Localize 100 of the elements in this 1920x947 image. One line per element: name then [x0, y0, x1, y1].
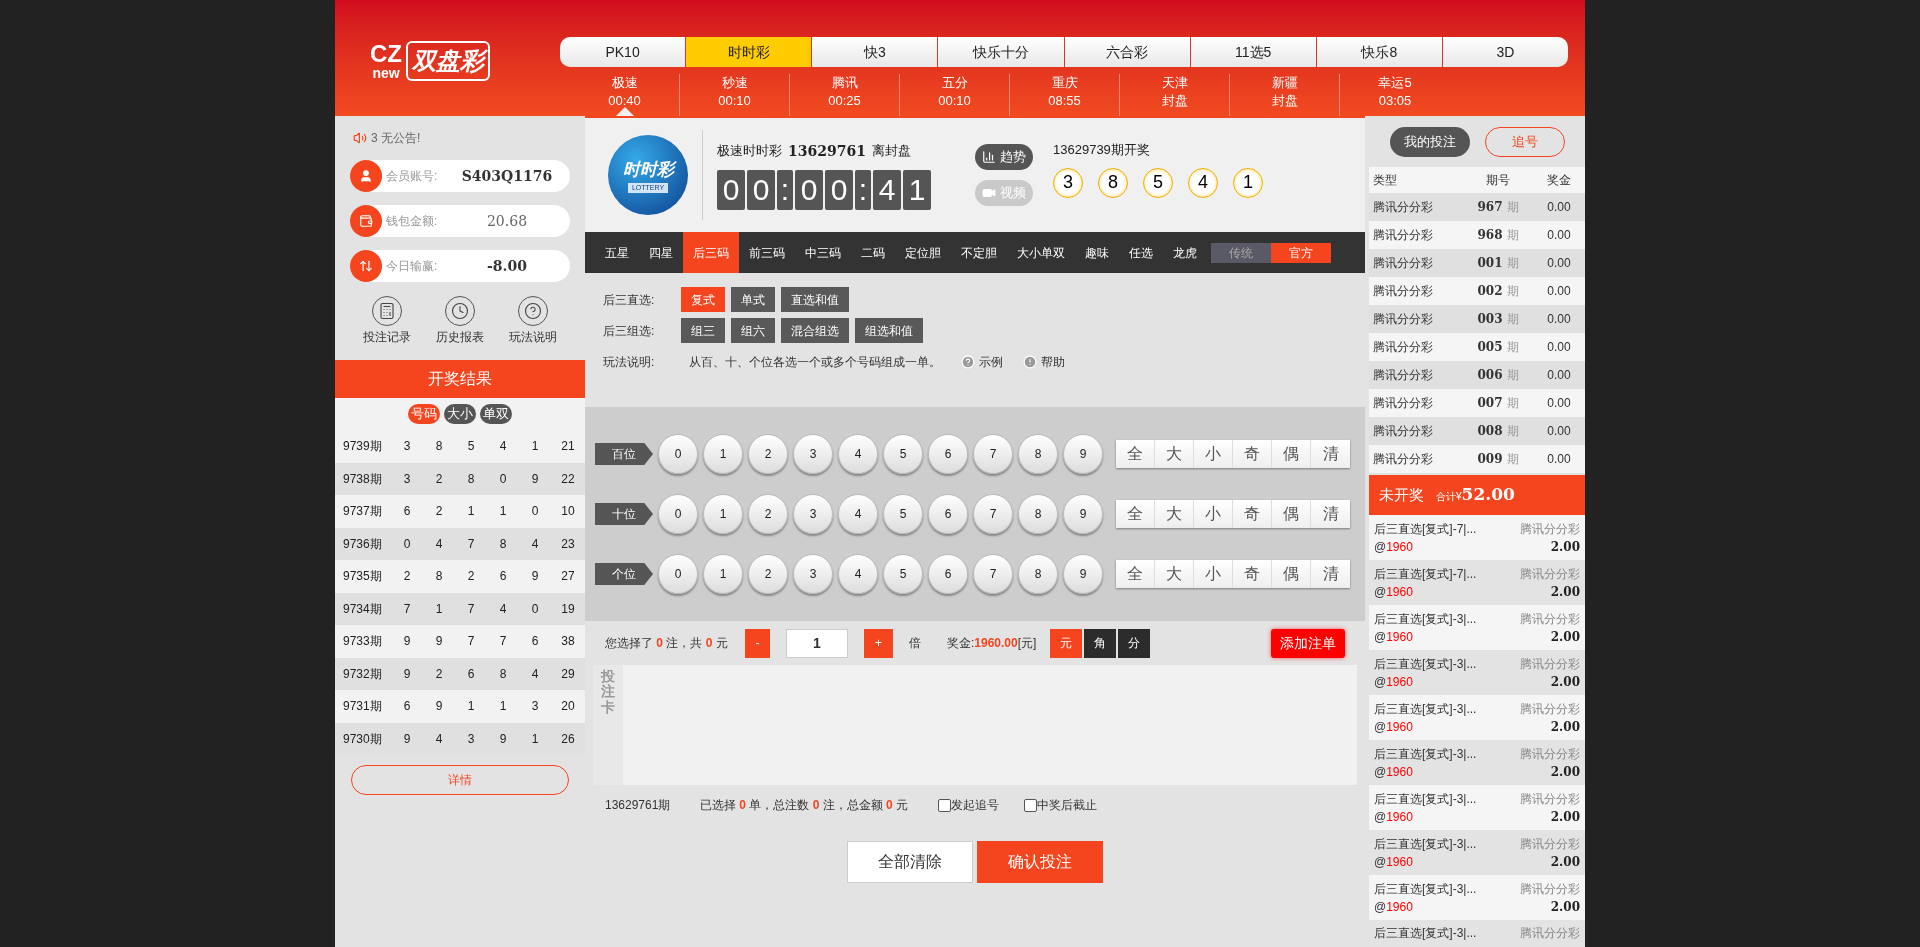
countdown-time: 00:25 — [828, 92, 861, 110]
play-tab[interactable]: 大小单双 — [1007, 232, 1075, 273]
quick-select-button[interactable]: 全 — [1116, 560, 1155, 588]
panel-tab[interactable]: 我的投注 — [1389, 127, 1470, 157]
quick-select-button[interactable]: 奇 — [1233, 500, 1272, 528]
lottery-tab[interactable]: 快3 — [812, 37, 939, 67]
sub-play-option[interactable]: 组三 — [681, 318, 725, 343]
period-cell-text: 9732期 — [342, 665, 383, 683]
unit-toggle[interactable]: 角 — [1084, 628, 1117, 658]
quick-select-button[interactable]: 偶 — [1272, 500, 1311, 528]
number-cell-text: 2 — [402, 568, 412, 586]
countdown-time: 00:40 — [608, 92, 641, 110]
mode-toggle[interactable]: 官方 — [1271, 242, 1331, 263]
sub-play-option[interactable]: 复式 — [681, 287, 725, 312]
lottery-name[interactable]: 极速 — [611, 74, 638, 92]
lottery-tab[interactable]: 时时彩 — [686, 37, 813, 67]
lottery-name[interactable]: 幸运5 — [1378, 74, 1412, 92]
quick-select-button[interactable]: 大 — [1155, 440, 1194, 468]
lottery-tab[interactable]: 快乐十分 — [938, 37, 1065, 67]
quick-select-button[interactable]: 偶 — [1272, 560, 1311, 588]
quick-select-button[interactable]: 清 — [1311, 440, 1350, 468]
unit-toggle[interactable]: 分 — [1118, 628, 1151, 658]
help-link[interactable]: 帮助 — [1023, 353, 1065, 371]
bet-odds: @1960 — [1374, 808, 1413, 826]
number-cell-text: 2 — [434, 503, 444, 521]
lottery-tab[interactable]: 快乐8 — [1316, 37, 1443, 67]
prize-cell-text: 0.00 — [1546, 255, 1572, 272]
lottery-name[interactable]: 重庆 — [1051, 74, 1078, 92]
lottery-name[interactable]: 五分 — [941, 74, 968, 92]
checkbox[interactable] — [938, 798, 951, 812]
add-bet-button[interactable]: 添加注单 — [1271, 628, 1345, 658]
bet-lottery: 腾讯分分彩 — [1520, 880, 1580, 898]
confirm-button[interactable]: 确认投注 — [977, 841, 1103, 883]
quick-select-button[interactable]: 小 — [1194, 440, 1233, 468]
quick-select-button[interactable]: 大 — [1155, 500, 1194, 528]
play-tab[interactable]: 任选 — [1119, 232, 1163, 273]
sub-play-option[interactable]: 单式 — [731, 287, 775, 312]
play-tab[interactable]: 龙虎 — [1163, 232, 1207, 273]
play-tab[interactable]: 四星 — [639, 232, 683, 273]
checkbox[interactable] — [1024, 798, 1037, 812]
quick-select-button[interactable]: 奇 — [1233, 440, 1272, 468]
quick-select-button[interactable]: 全 — [1116, 440, 1155, 468]
filter-tab[interactable]: 号码 — [408, 404, 440, 424]
type-cell-text: 腾讯分分彩 — [1372, 283, 1434, 300]
increase-button[interactable]: + — [864, 628, 893, 658]
play-tab[interactable]: 不定胆 — [951, 232, 1007, 273]
issue-suffix: 期 — [1506, 423, 1519, 440]
quick-select-button[interactable]: 清 — [1311, 500, 1350, 528]
shortcut-link[interactable]: 投注记录 — [363, 296, 412, 348]
countdown-time: 封盘 — [1271, 92, 1298, 110]
sub-play-option[interactable]: 组六 — [731, 318, 775, 343]
multiplier-field[interactable]: 1 — [786, 628, 848, 658]
sub-play-option[interactable]: 混合组选 — [781, 318, 849, 343]
lottery-tab[interactable]: 11选5 — [1190, 37, 1317, 67]
countdown-time: 00:10 — [938, 92, 971, 110]
bet-odds: @1960 — [1374, 673, 1413, 691]
clear-button[interactable]: 全部清除 — [847, 841, 973, 883]
number-cell-text: 1 — [498, 503, 508, 521]
play-tab[interactable]: 五星 — [595, 232, 639, 273]
quick-select-button[interactable]: 偶 — [1272, 440, 1311, 468]
number-cell-text: 8 — [498, 665, 508, 683]
lottery-name[interactable]: 腾讯 — [831, 74, 858, 92]
lottery-tab[interactable]: 六合彩 — [1064, 37, 1191, 67]
lottery-name[interactable]: 新疆 — [1271, 74, 1298, 92]
play-tab[interactable]: 后三码 — [683, 232, 739, 273]
quick-select-button[interactable]: 奇 — [1233, 560, 1272, 588]
bet-label: 后三直选[复式]-3|... — [1374, 835, 1477, 853]
shortcut-link[interactable]: 玩法说明 — [508, 296, 557, 348]
chart-icon — [982, 150, 996, 164]
decrease-button[interactable]: - — [745, 628, 770, 658]
play-tab[interactable]: 二码 — [851, 232, 895, 273]
filter-tab[interactable]: 单双 — [480, 404, 512, 424]
totals-text: 已选择 0 单，总注数 0 注，总金额 0 元 — [700, 797, 910, 814]
play-tab[interactable]: 趣味 — [1075, 232, 1119, 273]
issue-cell-text: 967 — [1477, 199, 1503, 216]
sub-play-option[interactable]: 直选和值 — [781, 287, 849, 312]
sub-play-option[interactable]: 组选和值 — [855, 318, 923, 343]
play-tab[interactable]: 定位胆 — [895, 232, 951, 273]
prize-cell-text: 0.00 — [1546, 311, 1572, 328]
quick-select-button[interactable]: 小 — [1194, 560, 1233, 588]
quick-select-button[interactable]: 大 — [1155, 560, 1194, 588]
total-label: 合计¥ — [1436, 491, 1462, 505]
filter-tab[interactable]: 大小 — [444, 404, 476, 424]
media-button[interactable]: 趋势 — [975, 144, 1033, 170]
unit-toggle[interactable]: 元 — [1050, 628, 1083, 658]
lottery-tab[interactable]: 3D — [1442, 37, 1568, 67]
lottery-name[interactable]: 天津 — [1161, 74, 1188, 92]
quick-select-button[interactable]: 清 — [1311, 560, 1350, 588]
number-cell-text: 3 — [466, 730, 476, 748]
quick-select-button[interactable]: 全 — [1116, 500, 1155, 528]
lottery-name[interactable]: 秒速 — [721, 74, 748, 92]
quick-select-button[interactable]: 小 — [1194, 500, 1233, 528]
example-link[interactable]: 示例 — [961, 353, 1003, 371]
shortcut-link[interactable]: 历史报表 — [436, 296, 484, 348]
prize-cell-text: 0.00 — [1546, 339, 1572, 356]
bet-lottery: 腾讯分分彩 — [1520, 925, 1580, 942]
number-cell-text: 1 — [434, 600, 444, 618]
play-tab[interactable]: 前三码 — [739, 232, 795, 273]
play-tab[interactable]: 中三码 — [795, 232, 851, 273]
number-cell-text: 9 — [434, 698, 444, 716]
